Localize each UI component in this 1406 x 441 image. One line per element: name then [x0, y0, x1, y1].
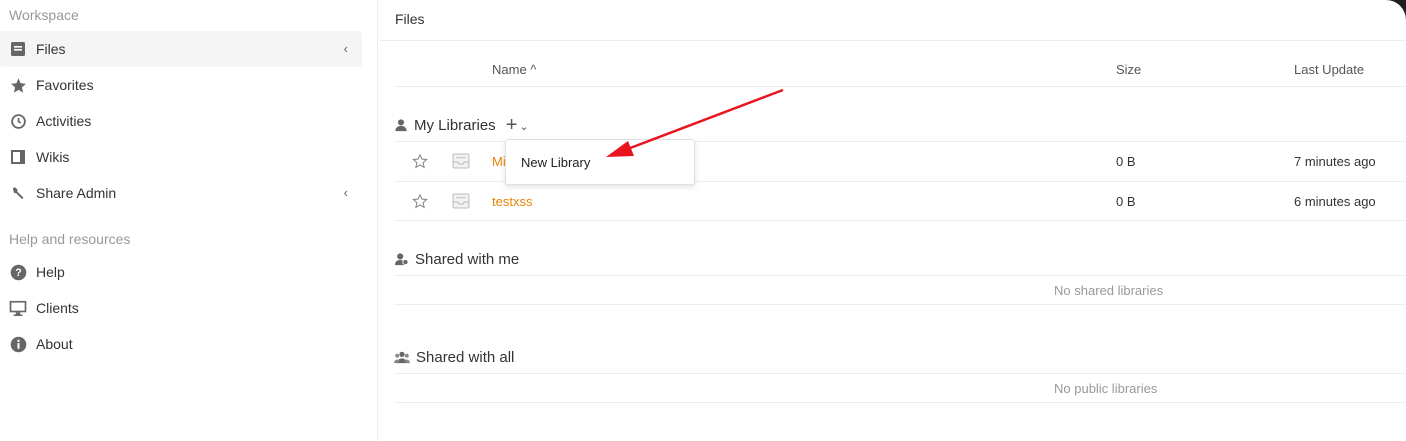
my-libraries-heading: My Libraries + ⌄	[394, 110, 529, 140]
sidebar-item-label: Files	[36, 41, 66, 57]
library-name-link[interactable]: Mi	[492, 154, 506, 169]
sidebar-item-help[interactable]: ? Help	[0, 254, 362, 290]
group-icon	[394, 350, 410, 364]
sidebar-item-files[interactable]: Files ‹	[0, 31, 362, 67]
shared-with-me-label: Shared with me	[415, 250, 520, 268]
user-icon	[394, 118, 408, 132]
sidebar-item-wikis[interactable]: Wikis	[0, 139, 362, 175]
empty-shared-message: No shared libraries	[394, 275, 1406, 305]
workspace-heading: Workspace	[9, 7, 79, 23]
sidebar-item-about[interactable]: About	[0, 326, 362, 362]
main-panel: Files Name ^ Size Last Update My Librari…	[379, 0, 1406, 441]
chevron-left-icon[interactable]: ‹	[344, 185, 348, 200]
clock-icon	[9, 112, 27, 130]
chevron-down-icon: ⌄	[519, 121, 529, 133]
sidebar-item-favorites[interactable]: Favorites	[0, 67, 362, 103]
help-heading: Help and resources	[9, 231, 131, 247]
sidebar-item-label: Help	[36, 264, 65, 280]
library-icon	[452, 193, 470, 212]
sidebar-item-label: Share Admin	[36, 185, 117, 201]
star-outline-icon[interactable]	[412, 153, 428, 172]
column-header-last-update: Last Update	[1294, 62, 1365, 77]
sidebar-item-activities[interactable]: Activities	[0, 103, 362, 139]
new-library-menu-item[interactable]: New Library	[506, 148, 694, 178]
library-icon	[452, 153, 470, 172]
sidebar-item-label: Clients	[36, 300, 79, 316]
column-header-name[interactable]: Name ^	[492, 62, 536, 77]
library-size: 0 B	[1116, 194, 1136, 209]
add-library-button[interactable]: + ⌄	[506, 114, 529, 137]
shared-with-me-heading: Shared with me	[394, 244, 519, 274]
wrench-icon	[9, 184, 27, 202]
chevron-left-icon[interactable]: ‹	[344, 41, 348, 56]
star-outline-icon[interactable]	[412, 193, 428, 212]
shared-with-all-heading: Shared with all	[394, 342, 514, 372]
sidebar-item-clients[interactable]: Clients	[0, 290, 362, 326]
sidebar-item-label: Wikis	[36, 149, 70, 165]
table-header: Name ^ Size Last Update	[394, 52, 1406, 87]
library-updated: 7 minutes ago	[1294, 154, 1376, 169]
plus-icon: +	[505, 113, 518, 136]
sidebar-item-label: Activities	[36, 113, 92, 129]
question-icon: ?	[9, 263, 27, 281]
shared-user-icon	[394, 252, 409, 266]
file-icon	[9, 40, 27, 58]
sidebar-item-label: Favorites	[36, 77, 94, 93]
library-name-link[interactable]: testxss	[492, 194, 532, 209]
sidebar-item-label: About	[36, 336, 73, 352]
app-window: Workspace Files ‹ Favorites Activities W…	[0, 0, 1406, 441]
column-header-size: Size	[1116, 62, 1142, 77]
my-libraries-label: My Libraries	[414, 116, 496, 134]
table-row[interactable]: testxss 0 B 6 minutes ago	[394, 181, 1406, 221]
svg-text:?: ?	[15, 267, 21, 279]
info-icon	[9, 335, 27, 353]
path-bar: Files	[379, 0, 1406, 41]
add-library-dropdown: New Library	[505, 139, 695, 185]
sidebar-item-share-admin[interactable]: Share Admin ‹	[0, 175, 362, 211]
star-icon	[9, 76, 27, 94]
page-title: Files	[395, 11, 425, 27]
shared-with-all-label: Shared with all	[416, 348, 515, 366]
monitor-icon	[9, 299, 27, 317]
library-updated: 6 minutes ago	[1294, 194, 1376, 209]
sidebar: Workspace Files ‹ Favorites Activities W…	[0, 0, 378, 441]
library-size: 0 B	[1116, 154, 1136, 169]
wiki-icon	[9, 148, 27, 166]
empty-public-message: No public libraries	[394, 373, 1406, 403]
